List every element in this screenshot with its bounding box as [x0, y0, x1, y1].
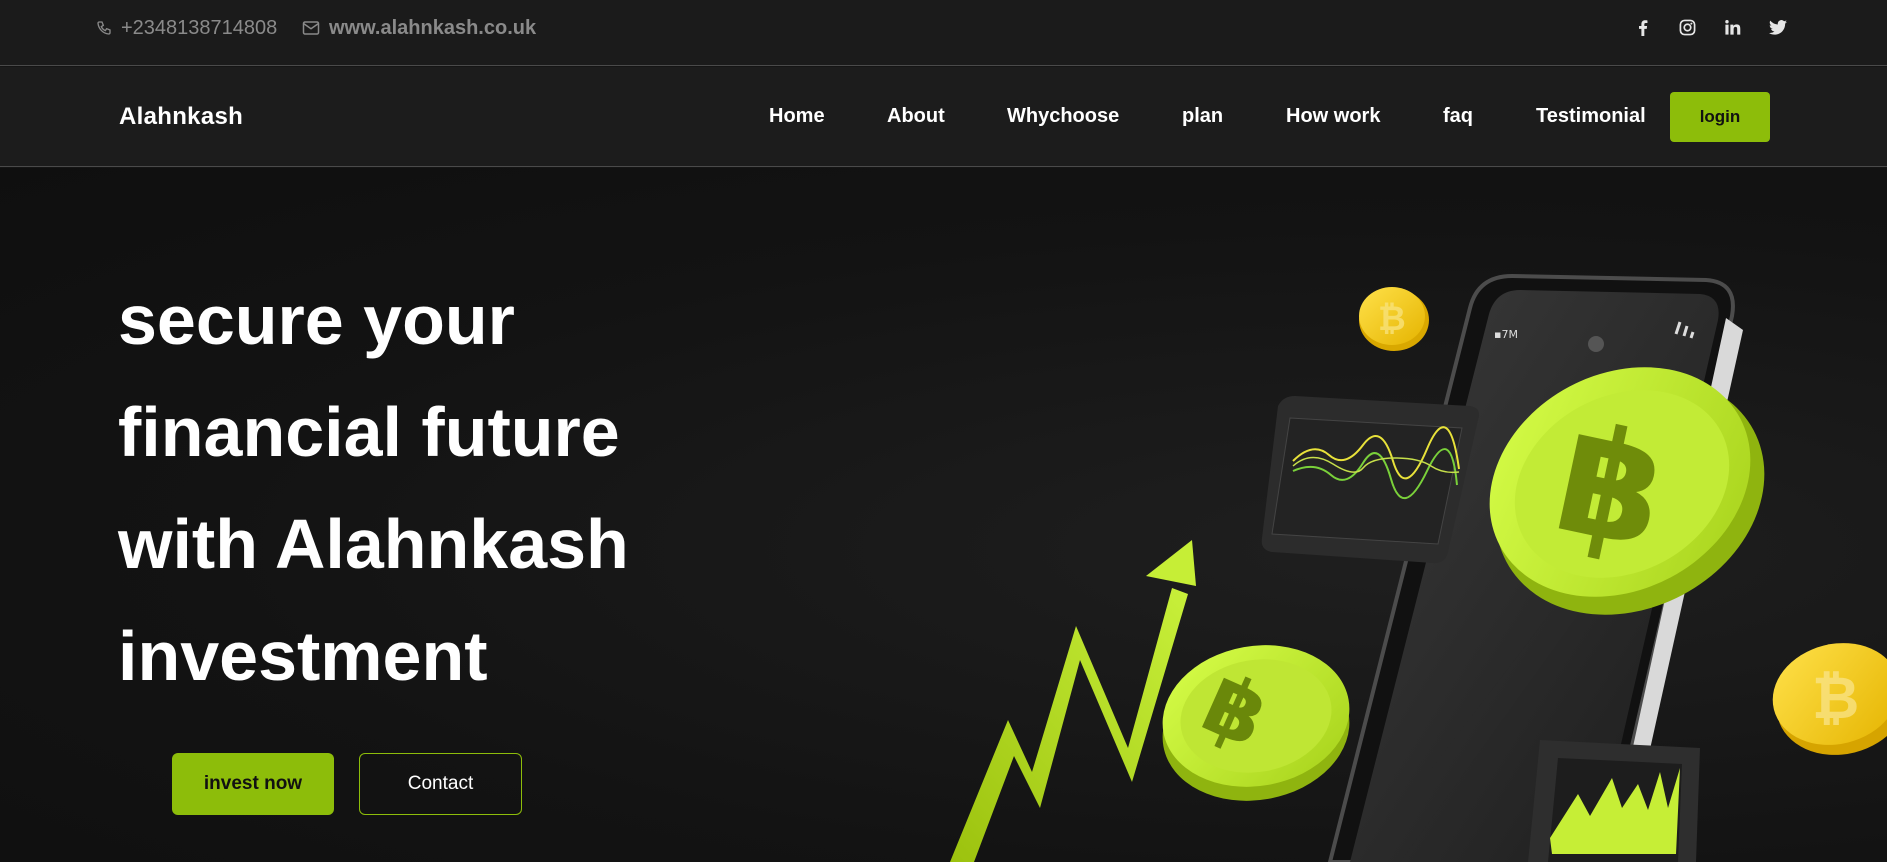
bar-chart-card [1528, 740, 1700, 862]
phone-icon [97, 21, 111, 35]
phone-contact[interactable]: +2348138714808 [96, 16, 277, 40]
svg-text:₿: ₿ [1378, 299, 1406, 339]
headline-line: financial future [118, 393, 620, 471]
website-contact[interactable]: www.alahnkash.co.uk [302, 16, 536, 40]
facebook-icon[interactable] [1629, 14, 1656, 41]
crypto-illustration: ▪7M ฿ ฿ ₿ ₿ [950, 273, 1887, 862]
linkedin-icon[interactable] [1719, 14, 1746, 41]
line-chart-card [1261, 396, 1479, 564]
mail-icon [302, 21, 320, 35]
svg-text:▪7M: ▪7M [1494, 328, 1518, 341]
invest-now-button[interactable]: invest now [172, 753, 334, 815]
hero-section: secure your financial future with Alahnk… [0, 168, 1887, 862]
svg-text:₿: ₿ [1812, 664, 1859, 732]
instagram-icon[interactable] [1674, 14, 1701, 41]
phone-number: +2348138714808 [121, 16, 278, 39]
gold-coin-top: ₿ [1359, 287, 1429, 351]
headline-line: with Alahnkash [118, 505, 629, 583]
headline-line: investment [118, 617, 488, 695]
gold-coin-right: ₿ [1772, 643, 1887, 755]
headline-line: secure your [118, 281, 515, 359]
nav-item-plan[interactable]: plan [1182, 105, 1223, 128]
website-url: www.alahnkash.co.uk [329, 16, 537, 39]
hero-headline: secure your financial future with Alahnk… [118, 264, 758, 712]
nav-item-faq[interactable]: faq [1443, 105, 1473, 128]
nav-item-testimonial[interactable]: Testimonial [1536, 105, 1646, 128]
rising-arrow [950, 540, 1196, 862]
nav-item-home[interactable]: Home [769, 105, 825, 128]
contact-button[interactable]: Contact [359, 753, 522, 815]
top-bar: +2348138714808 www.alahnkash.co.uk [0, 0, 1887, 66]
twitter-icon[interactable] [1764, 14, 1791, 41]
login-button[interactable]: login [1670, 92, 1770, 142]
nav-item-about[interactable]: About [887, 105, 945, 128]
social-links [1629, 14, 1791, 41]
nav-item-how-work[interactable]: How work [1286, 105, 1380, 128]
main-navbar: Alahnkash Home About Whychoose plan How … [0, 67, 1887, 167]
brand-logo[interactable]: Alahnkash [119, 103, 243, 131]
small-bitcoin-coin: ฿ [1162, 645, 1350, 801]
nav-item-whychoose[interactable]: Whychoose [1007, 105, 1119, 128]
